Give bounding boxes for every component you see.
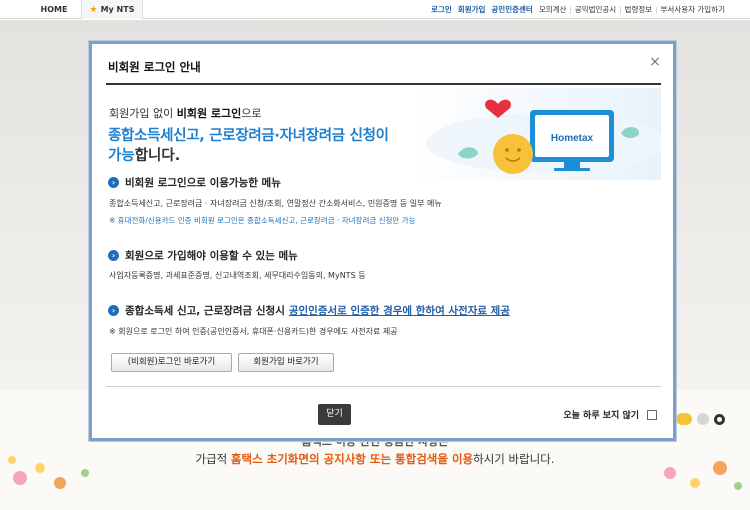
carousel-dot[interactable] — [697, 413, 709, 425]
tab-mynts[interactable]: ★ My NTS — [81, 0, 143, 19]
section-text: 종합소득세신고, 근로장려금 · 자녀장려금 신청/조회, 연말정산 간소화서비… — [109, 199, 442, 208]
footer-divider — [106, 386, 661, 387]
section-heading-member-menus: › 회원으로 가입해야 이용할 수 있는 메뉴 — [108, 248, 298, 263]
public-corp-disclosure-link[interactable]: 공익법인공시 — [572, 4, 619, 15]
law-info-link[interactable]: 법령정보 — [622, 4, 656, 15]
section-text: ※ 회원으로 로그인 하여 인증(공인인증서, 휴대폰·신용카드)한 경우에도 … — [109, 327, 398, 336]
carousel-dot-active[interactable] — [676, 413, 692, 425]
dept-user-signup-link[interactable]: 부서사용자 가입하기 — [658, 4, 728, 15]
top-navigation-bar: HOME ★ My NTS 로그인 회원가입 공인인증센터 모의계산 | 공익법인… — [0, 0, 750, 19]
arrow-bullet-icon: › — [108, 250, 119, 261]
intro-highlight-2: 가능합니다. — [108, 148, 181, 164]
login-link[interactable]: 로그인 — [428, 4, 455, 15]
notice-line-2: 가급적 홈택스 초기화면의 공지사항 또는 통합검색을 이용하시기 바랍니다. — [195, 452, 555, 466]
tab-home[interactable]: HOME — [27, 0, 81, 19]
nonmember-login-button[interactable]: (비회원)로그인 바로가기 — [111, 353, 232, 372]
svg-text:Hometax: Hometax — [551, 133, 594, 144]
utility-links: 로그인 회원가입 공인인증센터 모의계산 | 공익법인공시 | 법령정보 | 부… — [428, 0, 728, 19]
section-text: 사업자등록증명, 과세표준증명, 신고내역조회, 세무대리수임동의, MyNTS… — [109, 271, 366, 280]
dont-show-label: 오늘 하루 보지 않기 — [563, 411, 639, 421]
carousel-stop-button[interactable] — [714, 413, 725, 425]
nonmember-login-dialog: 비회원 로그인 안내 × Hometax 회원가입 없이 비회원 로그인으로 종… — [89, 41, 676, 441]
close-icon[interactable]: × — [647, 54, 663, 70]
close-button[interactable]: 닫기 — [318, 404, 351, 425]
tab-mynts-label: My NTS — [100, 5, 135, 14]
arrow-bullet-icon: › — [108, 305, 119, 316]
dont-show-checkbox[interactable] — [647, 409, 657, 420]
simulation-link[interactable]: 모의계산 — [536, 4, 570, 15]
carousel-indicators — [676, 413, 725, 425]
dialog-title: 비회원 로그인 안내 — [108, 60, 201, 74]
section-note: ※ 휴대전화/신용카드 인증 비회원 로그인은 종합소득세신고, 근로장려금 ·… — [109, 216, 416, 225]
certificate-info-link[interactable]: 공인인증서로 인증한 경우에 한하여 사전자료 제공 — [289, 303, 510, 318]
intro-text: 회원가입 없이 비회원 로그인으로 — [109, 107, 262, 120]
signup-link[interactable]: 회원가입 — [455, 4, 489, 15]
title-divider — [106, 83, 661, 85]
section-heading-pre-data: › 종합소득세 신고, 근로장려금 신청시 공인인증서로 인증한 경우에 한하여 사… — [108, 303, 510, 318]
signup-button[interactable]: 회원가입 바로가기 — [238, 353, 334, 372]
certificate-center-link[interactable]: 공인인증센터 — [488, 4, 535, 15]
section-heading-nonmember-menus: › 비회원 로그인으로 이용가능한 메뉴 — [108, 175, 281, 190]
star-icon: ★ — [89, 5, 98, 15]
dont-show-today[interactable]: 오늘 하루 보지 않기 — [563, 408, 657, 421]
arrow-bullet-icon: › — [108, 177, 119, 188]
intro-highlight: 종합소득세신고, 근로장려금·자녀장려금 신청이 — [108, 128, 389, 144]
